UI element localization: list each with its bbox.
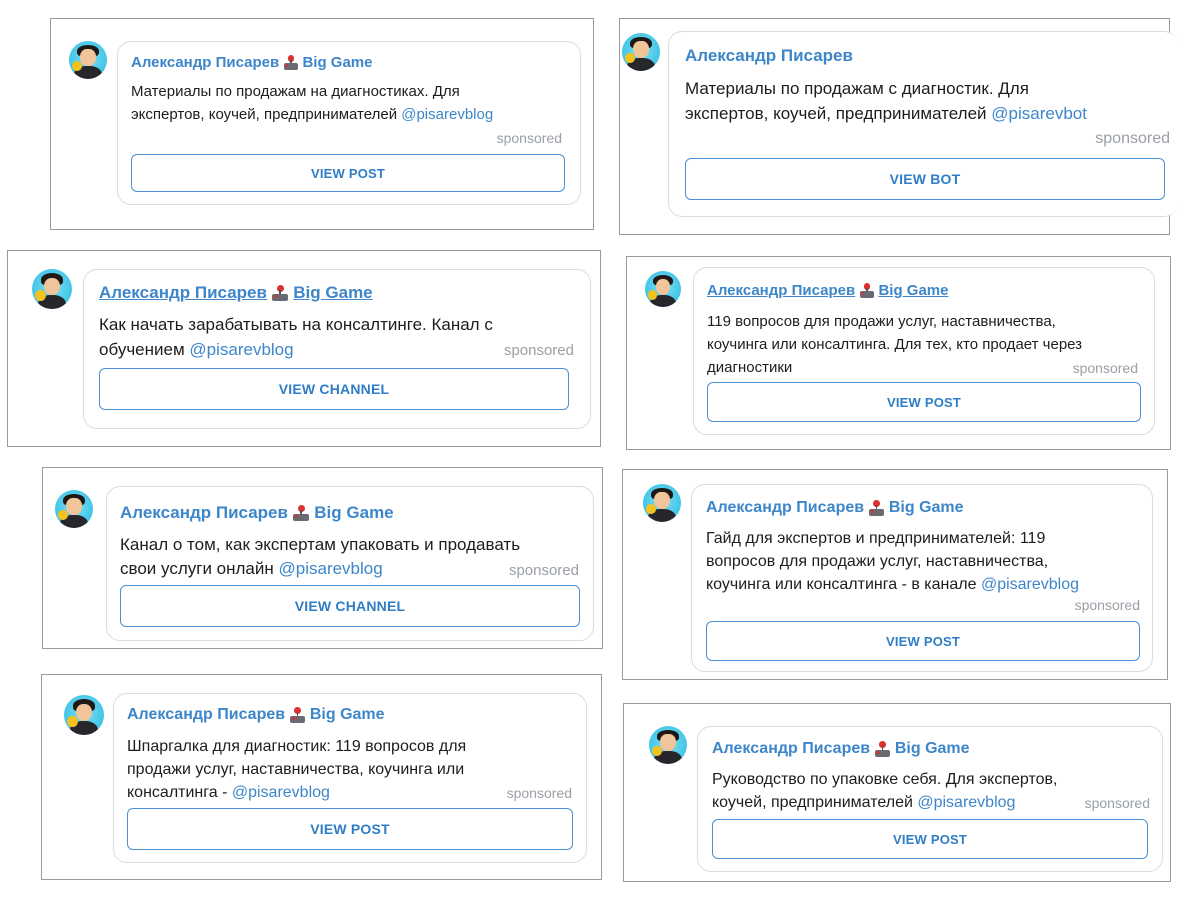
joystick-icon: [293, 504, 310, 522]
ad-title[interactable]: Александр Писарев Big Game: [131, 54, 372, 71]
author-name: Александр Писарев: [120, 503, 288, 522]
handle-link[interactable]: @pisarevblog: [189, 340, 293, 359]
channel-name: Big Game: [888, 499, 964, 516]
avatar[interactable]: [55, 490, 93, 528]
author-name: Александр Писарев: [99, 283, 267, 302]
ad-card: Александр Писарев Big Game 119 вопросов …: [626, 256, 1171, 450]
handle-link[interactable]: @pisarevblog: [981, 576, 1079, 593]
author-name: Александр Писарев: [707, 282, 856, 299]
ad-text: Материалы по продажам на диагностиках. Д…: [131, 83, 494, 123]
joystick-icon: [859, 283, 874, 298]
message-bubble: Александр Писарев Материалы по продажам …: [668, 31, 1178, 217]
message-bubble: Александр Писарев Big Game Руководство п…: [697, 726, 1163, 872]
ad-card: Александр Писарев Big Game Материалы по …: [50, 18, 594, 230]
view-post-button[interactable]: VIEW POST: [706, 621, 1140, 661]
view-channel-button[interactable]: VIEW CHANNEL: [120, 585, 580, 627]
view-post-button[interactable]: VIEW POST: [131, 154, 565, 192]
handle-link[interactable]: @pisarevblog: [279, 559, 383, 578]
ad-card: Александр Писарев Big Game Гайд для эксп…: [622, 469, 1168, 680]
joystick-icon: [283, 55, 298, 70]
avatar[interactable]: [64, 695, 104, 735]
message-bubble: Александр Писарев Big Game 119 вопросов …: [693, 267, 1155, 435]
view-bot-button[interactable]: VIEW BOT: [685, 158, 1165, 200]
author-name: Александр Писарев: [706, 499, 865, 516]
author-name: Александр Писарев: [131, 54, 280, 71]
avatar[interactable]: [69, 41, 107, 79]
joystick-icon: [874, 741, 891, 757]
ad-text: Шпаргалка для диагностик: 119 вопросов д…: [127, 738, 467, 801]
ad-title[interactable]: Александр Писарев Big Game: [707, 282, 948, 299]
avatar[interactable]: [645, 271, 681, 307]
ad-text: Канал о том, как экспертам упаковать и п…: [120, 535, 521, 578]
view-post-button[interactable]: VIEW POST: [127, 808, 573, 850]
ad-text: Руководство по упаковке себя. Для экспер…: [712, 771, 1058, 811]
ad-text: Как начать зарабатывать на консалтинге. …: [99, 315, 493, 359]
author-name: Александр Писарев: [712, 740, 871, 757]
channel-name: Big Game: [878, 282, 949, 299]
author-name: Александр Писарев: [685, 46, 853, 65]
message-bubble: Александр Писарев Big Game Материалы по …: [117, 41, 581, 205]
channel-name: Big Game: [314, 503, 394, 522]
sponsored-label: sponsored: [1084, 795, 1150, 811]
author-name: Александр Писарев: [127, 706, 286, 723]
message-bubble: Александр Писарев Big Game Гайд для эксп…: [691, 484, 1153, 672]
sponsored-label: sponsored: [506, 785, 572, 801]
ad-title[interactable]: Александр Писарев Big Game: [712, 740, 970, 758]
channel-name: Big Game: [302, 54, 373, 71]
ad-title[interactable]: Александр Писарев Big Game: [120, 503, 394, 523]
sponsored-label: sponsored: [508, 562, 579, 579]
avatar[interactable]: [622, 33, 660, 71]
sponsored-label: sponsored: [496, 130, 562, 146]
view-post-button[interactable]: VIEW POST: [707, 382, 1141, 422]
ad-text: 119 вопросов для продажи услуг, наставни…: [707, 313, 1083, 376]
channel-name: Big Game: [309, 706, 385, 723]
ad-card: Александр Писарев Материалы по продажам …: [619, 18, 1178, 235]
joystick-icon: [272, 284, 289, 302]
avatar[interactable]: [643, 484, 681, 522]
message-bubble: Александр Писарев Big Game Шпаргалка для…: [113, 693, 587, 863]
handle-link[interactable]: @pisarevbot: [991, 104, 1087, 123]
avatar[interactable]: [649, 726, 687, 764]
joystick-icon: [868, 500, 885, 516]
sponsored-label: sponsored: [503, 342, 574, 359]
message-bubble: Александр Писарев Big Game Как начать за…: [83, 269, 591, 429]
handle-link[interactable]: @pisarevblog: [232, 784, 330, 801]
joystick-icon: [289, 707, 306, 723]
sponsored-label: sponsored: [1095, 130, 1170, 147]
ad-card: Александр Писарев Big Game Руководство п…: [623, 703, 1171, 882]
ad-title[interactable]: Александр Писарев Big Game: [127, 706, 385, 724]
ad-text: Гайд для экспертов и предпринимателей: 1…: [706, 530, 1080, 593]
channel-name: Big Game: [293, 283, 373, 302]
ad-title[interactable]: Александр Писарев Big Game: [706, 499, 964, 517]
ad-card: Александр Писарев Big Game Как начать за…: [7, 250, 601, 447]
ad-title[interactable]: Александр Писарев Big Game: [99, 283, 373, 303]
channel-name: Big Game: [894, 740, 970, 757]
view-post-button[interactable]: VIEW POST: [712, 819, 1148, 859]
handle-link[interactable]: @pisarevblog: [401, 106, 493, 123]
view-channel-button[interactable]: VIEW CHANNEL: [99, 368, 569, 410]
ad-text: Материалы по продажам с диагностик. Для …: [685, 79, 1087, 123]
ad-card: Александр Писарев Big Game Канал о том, …: [42, 467, 603, 649]
ad-title[interactable]: Александр Писарев: [685, 46, 853, 66]
sponsored-label: sponsored: [1072, 360, 1138, 376]
sponsored-label: sponsored: [1074, 597, 1140, 613]
avatar[interactable]: [32, 269, 72, 309]
handle-link[interactable]: @pisarevblog: [917, 794, 1015, 811]
ad-card: Александр Писарев Big Game Шпаргалка для…: [41, 674, 602, 880]
message-bubble: Александр Писарев Big Game Канал о том, …: [106, 486, 594, 641]
